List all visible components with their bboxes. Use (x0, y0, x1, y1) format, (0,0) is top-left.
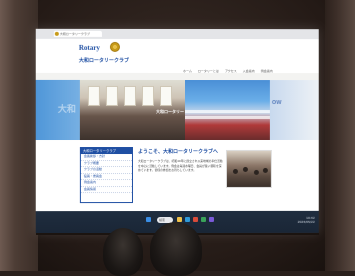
tent-stripe (184, 110, 270, 114)
taskbar-search-label: 検索 (158, 218, 166, 223)
sidebar-item[interactable]: 会員情報 (80, 186, 132, 194)
hero-side-left-text: 大和 (57, 104, 76, 115)
nav-access[interactable]: アクセス (225, 69, 237, 73)
photo-person (253, 169, 259, 175)
audience-head (103, 228, 143, 276)
audience-head (150, 222, 202, 276)
nav-meetings[interactable]: 例会案内 (261, 69, 273, 73)
rotary-favicon-icon (54, 31, 59, 36)
browser-tab[interactable]: 大和ロータリークラブ (53, 30, 102, 37)
welcome-heading: ようこそ、大和ロータリークラブへ (137, 148, 218, 156)
hero-window (105, 85, 118, 106)
hero-photo-event (184, 80, 270, 140)
curtain-right (325, 0, 355, 271)
tab-title: 大和ロータリークラブ (59, 31, 90, 36)
taskbar-clock[interactable]: 10:42 2024/05/22 (298, 216, 315, 224)
start-icon[interactable] (145, 217, 151, 223)
welcome-photo (225, 149, 272, 188)
photo-person (242, 166, 248, 172)
clock-date: 2024/05/22 (297, 219, 315, 224)
photo-person (262, 167, 268, 173)
hero-window (123, 85, 136, 106)
rotary-logo-text: Rotary (78, 43, 100, 52)
curtain-left (0, 0, 38, 271)
hero-overlay-text: 大和ロータリー (155, 108, 184, 115)
app-icon[interactable] (192, 216, 198, 222)
hero-side-right (269, 80, 319, 140)
app-icon[interactable] (200, 216, 206, 222)
club-name: 大和ロータリークラブ (78, 57, 129, 64)
hero-window (87, 85, 100, 106)
tent-stripe (184, 116, 270, 120)
welcome-body: 大和ロータリークラブは、昭和40年に創立され以来地域の奉仕活動を中心に活動してい… (137, 158, 223, 173)
rotary-wheel-icon (109, 41, 120, 52)
sidebar-menu: 大和ロータリークラブ 会長挨拶・方針 クラブ概要 クラブの活動 役員・委員会 例… (79, 147, 133, 204)
hero-window (141, 85, 154, 106)
nav-about[interactable]: ロータリーとは (198, 69, 219, 73)
nav-home[interactable]: ホーム (183, 69, 192, 73)
hero-side-left: 大和 (35, 79, 80, 141)
photo-person (232, 168, 238, 174)
main-nav: ホーム ロータリーとは アクセス 入会案内 例会案内 (183, 69, 273, 73)
hero-window (159, 85, 172, 106)
nav-join[interactable]: 入会案内 (243, 69, 255, 73)
hero-side-right-text: OW (271, 100, 282, 107)
projected-screen: 大和ロータリークラブ Rotary 大和ロータリークラブ ホーム ロータリーとは… (35, 28, 319, 234)
app-icon[interactable] (208, 216, 214, 222)
edge-icon[interactable] (184, 216, 190, 222)
